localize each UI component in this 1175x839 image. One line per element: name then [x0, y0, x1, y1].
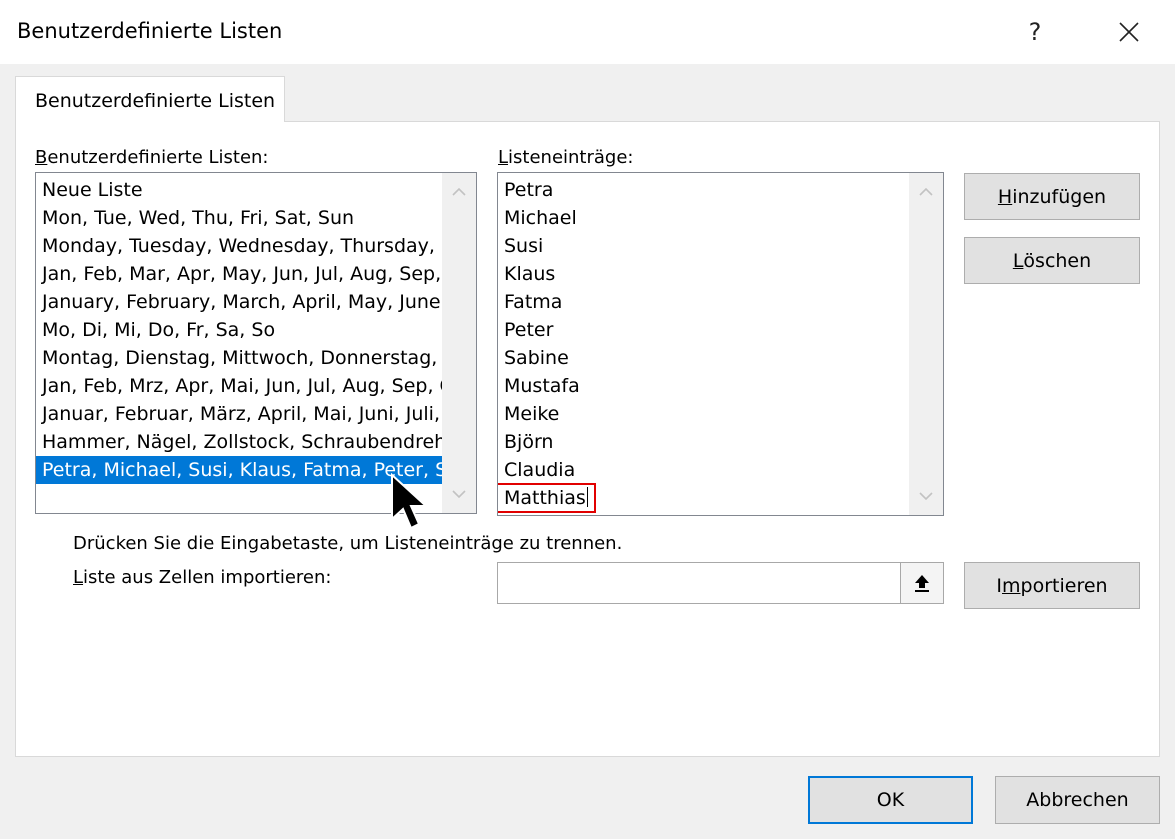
tab-label: Benutzerdefinierte Listen [35, 90, 276, 112]
chevron-down-icon[interactable] [442, 479, 476, 509]
ok-button[interactable]: OK [808, 776, 973, 824]
import-label: Liste aus Zellen importieren: [73, 567, 332, 588]
list-entry: Mustafa [504, 375, 580, 397]
editing-entry-value: Matthias [504, 487, 586, 509]
custom-lists-listbox[interactable]: Neue Liste Mon, Tue, Wed, Thu, Fri, Sat, … [35, 172, 477, 514]
collapse-dialog-button[interactable] [900, 563, 943, 603]
list-entry: Klaus [504, 263, 556, 285]
list-entry: Meike [504, 403, 560, 425]
text-caret [586, 487, 588, 507]
chevron-up-icon[interactable] [909, 177, 943, 207]
list-item[interactable]: Montag, Dienstag, Mittwoch, Donnerstag, … [36, 344, 442, 372]
list-entry: Fatma [504, 291, 563, 313]
close-icon [1119, 22, 1139, 42]
import-range-field[interactable] [497, 562, 944, 604]
list-entries-items: Petra Michael Susi Klaus Fatma Peter Sabine Mus… [498, 176, 909, 513]
chevron-up-icon[interactable] [442, 177, 476, 207]
list-item[interactable]: Mo, Di, Mi, Do, Fr, Sa, So [36, 316, 442, 344]
list-item[interactable]: January, February, March, April, May, Ju… [36, 288, 442, 316]
separator-hint: Drücken Sie die Eingabetaste, um Listene… [73, 533, 623, 554]
list-entries-scrollbar[interactable] [909, 173, 943, 515]
help-icon: ? [1028, 18, 1042, 46]
list-entry: Peter [504, 319, 554, 341]
custom-lists-items: Neue Liste Mon, Tue, Wed, Thu, Fri, Sat, … [36, 176, 442, 484]
add-button[interactable]: Hinzufügen [964, 173, 1140, 220]
tab-custom-lists[interactable]: Benutzerdefinierte Listen [15, 76, 285, 122]
list-item[interactable]: Petra, Michael, Susi, Klaus, Fatma, Pete… [36, 456, 442, 484]
collapse-dialog-icon [915, 575, 929, 592]
list-item[interactable]: Jan, Feb, Mar, Apr, May, Jun, Jul, Aug, … [36, 260, 442, 288]
list-entries-label: Listeneinträge: [498, 147, 634, 168]
import-button[interactable]: Im portieren [964, 562, 1140, 609]
window-title: Benutzerdefinierte Listen [17, 19, 283, 43]
editing-entry-text: Matthias [498, 483, 596, 513]
list-entry: Michael [504, 207, 577, 229]
list-item[interactable]: Januar, Februar, März, April, Mai, Juni,… [36, 400, 442, 428]
list-entry: Claudia [504, 459, 576, 481]
custom-lists-scrollbar[interactable] [442, 173, 476, 513]
list-item[interactable]: Neue Liste [36, 176, 442, 204]
list-item[interactable]: Monday, Tuesday, Wednesday, Thursday, Fr [36, 232, 442, 260]
list-item[interactable]: Jan, Feb, Mrz, Apr, Mai, Jun, Jul, Aug, … [36, 372, 442, 400]
list-item[interactable]: Mon, Tue, Wed, Thu, Fri, Sat, Sun [36, 204, 442, 232]
help-button[interactable]: ? [1012, 12, 1058, 52]
list-entries-textbox[interactable]: Petra Michael Susi Klaus Fatma Peter Sabine Mus… [497, 172, 944, 516]
list-entry: Sabine [504, 347, 569, 369]
custom-lists-label: Benutzerdefinierte Listen: [35, 147, 269, 168]
close-button[interactable] [1106, 12, 1152, 52]
list-item[interactable]: Hammer, Nägel, Zollstock, Schraubendrehe [36, 428, 442, 456]
cancel-button[interactable]: Abbrechen [995, 776, 1160, 824]
list-entry: Petra [504, 179, 554, 201]
list-entry-editing[interactable]: Matthias [498, 483, 909, 513]
chevron-down-icon[interactable] [909, 481, 943, 511]
delete-button[interactable]: Löschen [964, 237, 1140, 284]
list-entry: Susi [504, 235, 544, 257]
list-entry: Björn [504, 431, 554, 453]
